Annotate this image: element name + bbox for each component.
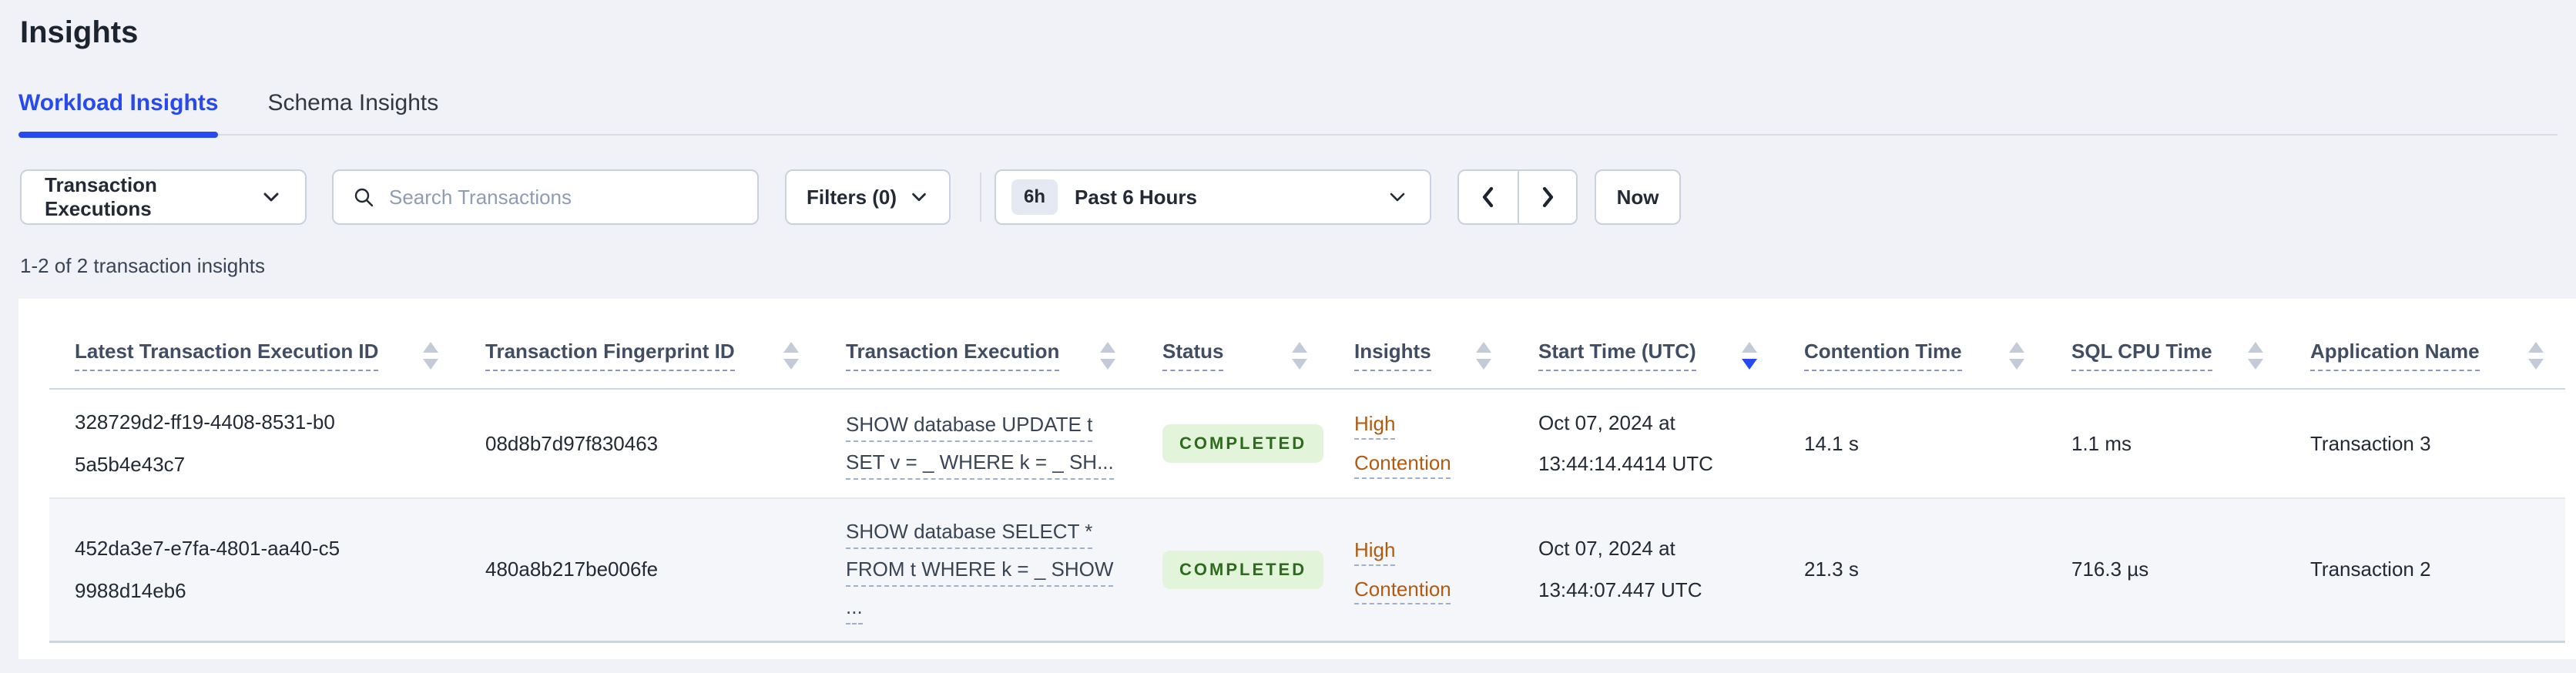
next-time-range-button[interactable] [1518,171,1576,223]
chevron-down-icon [909,187,929,207]
column-header-transaction-fingerprint-id[interactable]: Transaction Fingerprint ID [460,299,820,390]
now-button[interactable]: Now [1595,169,1682,225]
start-time: Oct 07, 2024 at 13:44:07.447 UTC [1538,537,1702,601]
transaction-execution-cell: SHOW database SELECT * FROM t WHERE k = … [820,498,1137,643]
column-header-sql-cpu-time[interactable]: SQL CPU Time [2046,299,2285,390]
transaction-execution-link[interactable]: FROM t WHERE k = _ SHOW [846,557,1114,588]
sort-icon[interactable] [783,341,799,370]
execution-type-dropdown[interactable]: Transaction Executions [20,169,307,225]
sort-icon[interactable] [1292,341,1307,370]
chevron-down-icon [260,186,282,208]
sort-icon[interactable] [2009,341,2024,370]
sort-icon[interactable] [2248,341,2263,370]
transaction-execution-link[interactable]: SET v = _ WHERE k = _ SH... [846,450,1114,480]
tab-schema-insights[interactable]: Schema Insights [267,89,438,134]
search-icon [352,186,375,209]
chevron-left-icon [1478,184,1498,210]
sort-icon[interactable] [1100,341,1115,370]
toolbar-divider [980,172,982,222]
sql-cpu-time: 716.3 µs [2071,557,2149,581]
application-name: Transaction 2 [2310,557,2431,581]
column-header-status[interactable]: Status [1137,299,1329,390]
filters-button-label: Filters (0) [807,185,897,209]
insights-table-card: Latest Transaction Execution ID Transact… [18,299,2576,659]
execution-type-dropdown-label: Transaction Executions [45,173,157,220]
tab-workload-insights[interactable]: Workload Insights [18,89,219,138]
transaction-execution-link[interactable]: SHOW database SELECT * [846,520,1093,550]
contention-time: 14.1 s [1804,431,1859,455]
time-range-picker[interactable]: 6h Past 6 Hours [995,169,1432,225]
column-header-contention-time[interactable]: Contention Time [1779,299,2046,390]
transaction-fingerprint-id: 480a8b217be006fe [485,557,659,581]
transaction-fingerprint-id: 08d8b7d97f830463 [485,431,659,455]
filters-button[interactable]: Filters (0) [785,169,951,225]
tab-bar: Workload Insights Schema Insights [18,89,2558,138]
latest-transaction-execution-id: 328729d2-ff19-4408-8531-b05a5b4e43c7 [75,410,335,476]
status-badge: COMPLETED [1162,550,1324,589]
insight-high-contention-link[interactable]: High Contention [1354,404,1479,482]
transaction-execution-link[interactable]: ... [846,595,863,625]
column-header-start-time[interactable]: Start Time (UTC) [1513,299,1779,390]
now-button-label: Now [1616,185,1659,209]
contention-time: 21.3 s [1804,557,1859,581]
transaction-execution-cell: SHOW database UPDATE t SET v = _ WHERE k… [820,389,1137,499]
status-badge: COMPLETED [1162,424,1324,463]
toolbar: Transaction Executions Filters (0) 6h Pa… [20,169,2576,225]
search-transactions-box [332,169,759,225]
results-count: 1-2 of 2 transaction insights [20,254,265,277]
time-range-badge: 6h [1011,179,1058,215]
column-header-insights[interactable]: Insights [1329,299,1513,390]
table-row: 328729d2-ff19-4408-8531-b05a5b4e43c7 08d… [49,389,2565,499]
sort-desc-active-icon[interactable] [1742,341,1757,370]
sort-icon[interactable] [423,341,438,370]
column-header-application-name[interactable]: Application Name [2285,299,2565,390]
page-title: Insights [20,15,139,49]
time-range-pager [1457,169,1578,225]
column-header-latest-transaction-execution-id[interactable]: Latest Transaction Execution ID [49,299,460,390]
search-input[interactable] [389,185,739,209]
application-name: Transaction 3 [2310,431,2431,455]
sort-icon[interactable] [2528,341,2544,370]
transaction-insights-table: Latest Transaction Execution ID Transact… [49,299,2565,643]
table-header-row: Latest Transaction Execution ID Transact… [49,299,2565,390]
previous-time-range-button[interactable] [1459,171,1518,223]
start-time: Oct 07, 2024 at 13:44:14.4414 UTC [1538,410,1713,475]
latest-transaction-execution-id: 452da3e7-e7fa-4801-aa40-c59988d14eb6 [75,537,340,602]
transaction-execution-link[interactable]: SHOW database UPDATE t [846,413,1093,442]
table-row: 452da3e7-e7fa-4801-aa40-c59988d14eb6 480… [49,498,2565,643]
chevron-right-icon [1538,184,1558,210]
chevron-down-icon [1387,186,1408,208]
insight-high-contention-link[interactable]: High Contention [1354,531,1479,608]
time-range-label: Past 6 Hours [1075,185,1197,209]
column-header-transaction-execution[interactable]: Transaction Execution [820,299,1137,390]
sort-icon[interactable] [1476,341,1491,370]
sql-cpu-time: 1.1 ms [2071,431,2132,455]
